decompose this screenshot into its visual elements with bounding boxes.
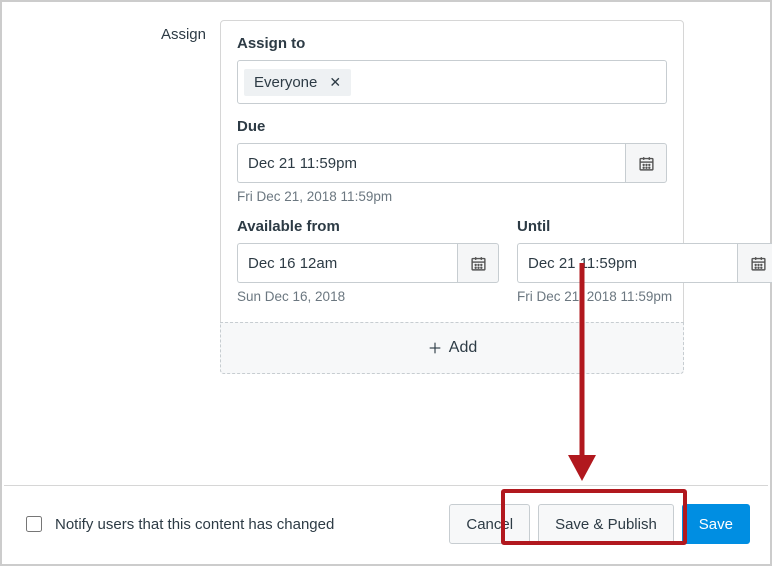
available-from-helper: Sun Dec 16, 2018 xyxy=(237,289,499,304)
assign-row: Assign Assign to Everyone ✕ Due xyxy=(2,20,770,374)
due-group: Due xyxy=(237,118,667,204)
notify-users-label: Notify users that this content has chang… xyxy=(55,516,334,533)
add-label: Add xyxy=(449,339,477,357)
until-input[interactable] xyxy=(517,243,737,283)
calendar-icon xyxy=(638,155,655,172)
notify-users-checkbox-wrapper[interactable]: Notify users that this content has chang… xyxy=(22,513,334,535)
add-assignment-override-button[interactable]: Add xyxy=(220,322,684,374)
notify-users-checkbox[interactable] xyxy=(26,516,42,532)
save-and-publish-button[interactable]: Save & Publish xyxy=(538,504,674,544)
until-col: Until xyxy=(517,218,772,304)
assign-row-label: Assign xyxy=(2,20,220,43)
until-helper: Fri Dec 21, 2018 11:59pm xyxy=(517,289,772,304)
calendar-icon xyxy=(750,255,767,272)
until-calendar-button[interactable] xyxy=(737,243,772,283)
due-input-wrapper xyxy=(237,143,667,183)
available-from-label: Available from xyxy=(237,218,499,235)
availability-group: Available from xyxy=(237,218,667,304)
available-from-input-wrapper xyxy=(237,243,499,283)
remove-token-icon[interactable]: ✕ xyxy=(327,75,343,89)
assign-to-token: Everyone ✕ xyxy=(244,69,351,96)
assign-to-input[interactable]: Everyone ✕ xyxy=(237,60,667,104)
available-from-col: Available from xyxy=(237,218,499,304)
calendar-icon xyxy=(470,255,487,272)
assign-card: Assign to Everyone ✕ Due xyxy=(220,20,684,374)
available-from-calendar-button[interactable] xyxy=(457,243,499,283)
available-from-input[interactable] xyxy=(237,243,457,283)
due-label: Due xyxy=(237,118,667,135)
due-calendar-button[interactable] xyxy=(625,143,667,183)
due-input[interactable] xyxy=(237,143,625,183)
until-label: Until xyxy=(517,218,772,235)
footer-bar: Notify users that this content has chang… xyxy=(4,485,768,562)
until-input-wrapper xyxy=(517,243,772,283)
assignment-settings-panel: Assign Assign to Everyone ✕ Due xyxy=(0,0,772,566)
assign-to-token-label: Everyone xyxy=(254,74,317,91)
plus-icon xyxy=(427,340,443,356)
due-helper: Fri Dec 21, 2018 11:59pm xyxy=(237,189,667,204)
save-button[interactable]: Save xyxy=(682,504,750,544)
assign-to-label: Assign to xyxy=(237,35,667,52)
footer-actions: Cancel Save & Publish Save xyxy=(449,504,750,544)
cancel-button[interactable]: Cancel xyxy=(449,504,530,544)
